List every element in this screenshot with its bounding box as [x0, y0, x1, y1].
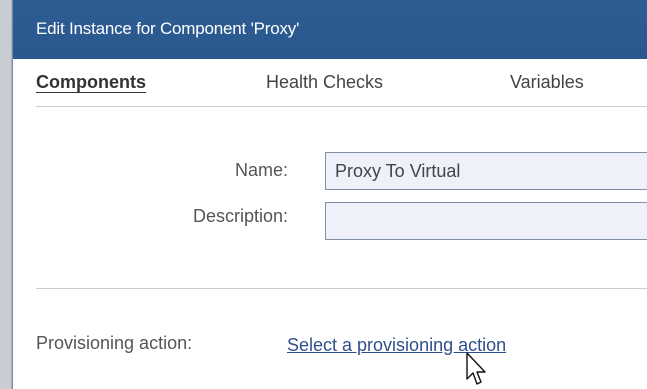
- tab-health-checks[interactable]: Health Checks: [266, 72, 383, 93]
- dialog-titlebar[interactable]: Edit Instance for Component 'Proxy': [13, 0, 647, 59]
- edit-instance-dialog: Edit Instance for Component 'Proxy' Comp…: [12, 0, 647, 389]
- description-input[interactable]: [325, 202, 647, 240]
- tab-variables[interactable]: Variables: [510, 72, 584, 93]
- background-window-edge: [0, 0, 12, 389]
- mouse-pointer-icon: [466, 352, 486, 385]
- provisioning-action-label: Provisioning action:: [36, 333, 193, 353]
- form-divider: [36, 288, 647, 289]
- tab-bar: Components Health Checks Variables: [13, 59, 647, 106]
- tab-divider: [36, 106, 647, 107]
- tab-components[interactable]: Components: [36, 72, 146, 93]
- name-input[interactable]: [325, 152, 647, 190]
- description-label: Description:: [192, 206, 288, 226]
- screen: Edit Instance for Component 'Proxy' Comp…: [0, 0, 647, 389]
- name-label: Name:: [234, 160, 288, 180]
- dialog-title: Edit Instance for Component 'Proxy': [36, 19, 300, 38]
